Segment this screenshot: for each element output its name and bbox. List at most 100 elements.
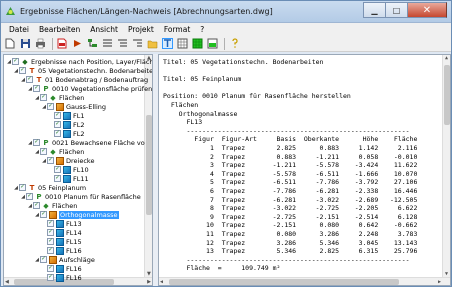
tree-checkbox[interactable]: ✓ — [26, 76, 33, 83]
menu-projekt[interactable]: Projekt — [123, 25, 159, 34]
tree-item[interactable]: ◢ ✓ Dreiecke — [41, 156, 94, 165]
tree-checkbox[interactable]: ✓ — [40, 148, 47, 155]
menu-format[interactable]: Format — [159, 25, 195, 34]
tree-item[interactable]: ◢ ✓ ◆ Flächen — [27, 201, 77, 210]
figure-group-icon — [56, 102, 64, 111]
tree-item[interactable]: ◢ ✓ Gauss-Elling — [41, 102, 106, 111]
tree-checkbox[interactable]: ✓ — [40, 94, 47, 101]
title-icon: T — [29, 66, 35, 75]
scroll-up-icon[interactable]: ▲ — [445, 55, 448, 61]
new-icon[interactable] — [4, 38, 16, 50]
tree-item[interactable]: ◢ ✓ P 0021 Bewachsene Fläche vo — [27, 138, 145, 147]
list2-icon[interactable] — [116, 38, 128, 50]
tree-item-label: Dreiecke — [66, 156, 95, 165]
tree-checkbox[interactable]: ✓ — [54, 166, 61, 173]
tree-checkbox[interactable]: ✓ — [33, 202, 40, 209]
menu-datei[interactable]: Datei — [4, 25, 34, 34]
tree-checkbox[interactable]: ✓ — [47, 247, 54, 254]
tree-checkbox[interactable]: ✓ — [19, 184, 26, 191]
tree-checkbox[interactable]: ✓ — [33, 139, 40, 146]
tree-checkbox[interactable]: ✓ — [54, 130, 61, 137]
save-icon[interactable] — [19, 38, 31, 50]
figure-group-icon — [56, 156, 64, 165]
folder-icon[interactable] — [146, 38, 158, 50]
report-vertical-scrollbar[interactable]: ▲ ▼ — [442, 55, 450, 277]
title-icon: T — [29, 183, 35, 192]
tree-checkbox[interactable]: ✓ — [40, 211, 47, 218]
close-icon: ✕ — [422, 4, 432, 16]
tree-checkbox[interactable]: ✓ — [54, 175, 61, 182]
tree-checkbox[interactable]: ✓ — [47, 265, 54, 272]
list3-icon[interactable] — [131, 38, 143, 50]
tree-item[interactable]: ✓ FL15 — [41, 237, 82, 246]
minimize-button[interactable]: ▁ — [363, 2, 385, 18]
list-icon[interactable] — [101, 38, 113, 50]
results-tree[interactable]: ▲ ▼ ◀ ▶ ◢ ✓ ◆ Ergebnisse nach Position, Lay… — [3, 54, 153, 286]
report-line: Figur Figur-Art Basis Oberkante Höhe Flä… — [163, 135, 418, 144]
tree-checkbox[interactable]: ✓ — [47, 157, 54, 164]
tree-item[interactable]: ◢ ✓ Aufschläge — [34, 255, 95, 264]
tree-item[interactable]: ◢ ✓ P 0010 Planum für Rasenfläche — [20, 192, 141, 201]
tree-item[interactable]: ✓ FL2 — [48, 120, 85, 129]
maximize-button[interactable]: □ — [385, 2, 407, 18]
tree-checkbox[interactable]: ✓ — [54, 112, 61, 119]
tree-checkbox[interactable]: ✓ — [19, 67, 26, 74]
tree-item[interactable]: ✓ FL11 — [48, 174, 89, 183]
green-grid-icon[interactable] — [191, 38, 203, 50]
print-icon[interactable] — [34, 38, 46, 50]
tree-checkbox[interactable]: ✓ — [47, 238, 54, 245]
tree-item[interactable]: ✓ FL14 — [41, 228, 82, 237]
tree-checkbox[interactable]: ✓ — [47, 229, 54, 236]
green-cell-icon[interactable] — [206, 38, 218, 50]
expand-icon[interactable] — [71, 38, 83, 50]
tree-item[interactable]: ◢ ✓ ◆ Ergebnisse nach Position, Layer/Fläch… — [6, 57, 152, 66]
tree-item[interactable]: ✓ FL13 — [41, 219, 82, 228]
tree-item[interactable]: ◢ ✓ Orthogonalmasse — [34, 210, 119, 219]
scroll-right-icon[interactable]: ▶ — [438, 279, 441, 285]
tree-checkbox[interactable]: ✓ — [12, 58, 19, 65]
tree-checkbox[interactable]: ✓ — [26, 193, 33, 200]
report-line: 13 Trapez 5.346 2.825 6.315 25.796 — [163, 247, 418, 256]
tree-scroll-thumb[interactable] — [146, 115, 152, 215]
report-view[interactable]: ▲ ▼ ◀ ▶ Titel: 05 Vegetationstechn. Bode… — [158, 54, 451, 286]
scroll-right-icon[interactable]: ▶ — [147, 279, 151, 285]
tree-item[interactable]: ◢ ✓ P 0010 Vegetationsfläche prüfen — [27, 84, 152, 93]
tree-item[interactable]: ◢ ✓ ◆ Flächen — [34, 147, 84, 156]
tree-item[interactable]: ✓ FL1 — [48, 111, 85, 120]
table-icon[interactable] — [176, 38, 188, 50]
menu-ansicht[interactable]: Ansicht — [85, 25, 123, 34]
close-button[interactable]: ✕ — [407, 2, 447, 18]
scroll-left-icon[interactable]: ◀ — [5, 279, 9, 285]
tree-icon[interactable] — [86, 38, 98, 50]
help-icon[interactable] — [228, 38, 240, 50]
filter-t-icon[interactable] — [161, 38, 173, 50]
tree-item[interactable]: ✓ FL16 — [41, 273, 82, 282]
tree-checkbox[interactable]: ✓ — [47, 220, 54, 227]
report-horizontal-scrollbar[interactable]: ◀ ▶ — [159, 277, 450, 285]
report-line: Titel: 05 Vegetationstechn. Bodenarbeite… — [163, 58, 324, 66]
tree-item[interactable]: ◢ ✓ T 05 Vegetationstechn. Bodenarbeiten — [13, 66, 152, 75]
tree-checkbox[interactable]: ✓ — [47, 103, 54, 110]
tree-item[interactable]: ✓ FL16 — [41, 246, 82, 255]
menu-bar: Datei Bearbeiten Ansicht Projekt Format … — [1, 23, 451, 36]
pdf-icon[interactable] — [56, 38, 68, 50]
tree-checkbox[interactable]: ✓ — [40, 256, 47, 263]
report-scroll-thumb[interactable] — [444, 65, 450, 125]
scroll-left-icon[interactable]: ◀ — [160, 279, 163, 285]
tree-item-label: Flächen — [59, 93, 85, 102]
area-icon — [56, 246, 64, 255]
tree-checkbox[interactable]: ✓ — [47, 274, 54, 281]
menu-bearbeiten[interactable]: Bearbeiten — [34, 25, 85, 34]
title-bar[interactable]: Ergebnisse Flächen/Längen-Nachweis [Abre… — [1, 1, 451, 23]
tree-item[interactable]: ✓ FL2 — [48, 129, 85, 138]
report-line: 5 Trapez -6.511 -7.786 -3.792 27.106 — [163, 178, 418, 187]
tree-checkbox[interactable]: ✓ — [54, 121, 61, 128]
tree-checkbox[interactable]: ✓ — [33, 85, 40, 92]
tree-item[interactable]: ◢ ✓ T 01 Bodenabtrag / Bodenauftrag — [20, 75, 148, 84]
report-hscroll-thumb[interactable] — [169, 279, 399, 285]
tree-item[interactable]: ✓ FL16 — [41, 264, 82, 273]
menu-help[interactable]: ? — [195, 25, 209, 34]
tree-item[interactable]: ✓ FL10 — [48, 165, 89, 174]
tree-item[interactable]: ◢ ✓ ◆ Flächen — [34, 93, 84, 102]
tree-item[interactable]: ◢ ✓ T 05 Feinplanum — [13, 183, 86, 192]
